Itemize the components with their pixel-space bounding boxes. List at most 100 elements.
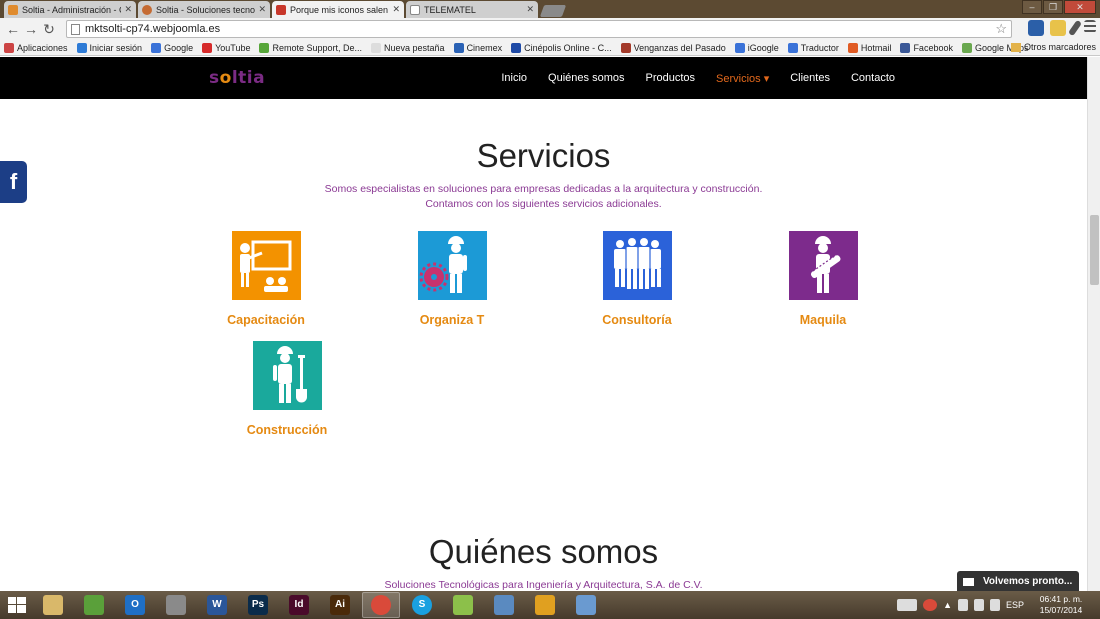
taskbar-media[interactable] xyxy=(526,592,564,618)
antivirus-icon[interactable] xyxy=(923,599,938,611)
menu-quienes-somos[interactable]: Quiénes somos xyxy=(548,72,624,84)
taskbar-misc[interactable] xyxy=(567,592,605,618)
bookmark-favicon-icon xyxy=(620,42,631,53)
forward-icon[interactable]: → xyxy=(22,20,40,38)
pen-icon[interactable] xyxy=(1067,19,1083,37)
bookmark-item[interactable]: Traductor xyxy=(787,42,839,53)
maximize-icon[interactable]: ❐ xyxy=(1043,0,1063,14)
menu-contacto[interactable]: Contacto xyxy=(851,72,895,84)
bookmark-item[interactable]: Cinépolis Online - C... xyxy=(511,42,612,53)
bookmark-label: YouTube xyxy=(215,42,251,53)
bookmark-favicon-icon xyxy=(202,42,213,53)
new-tab-button[interactable] xyxy=(539,5,567,17)
site-header: soltia Inicio Quiénes somos Productos Se… xyxy=(0,57,1087,99)
bookmark-item[interactable]: Remote Support, De... xyxy=(259,42,362,53)
bookmark-label: Hotmail xyxy=(860,42,892,53)
bookmark-favicon-icon xyxy=(4,42,14,53)
scrollbar-thumb[interactable] xyxy=(1090,215,1099,285)
taskbar-chrome[interactable] xyxy=(362,592,400,618)
menu-clientes[interactable]: Clientes xyxy=(790,72,830,84)
gear-worker-icon xyxy=(417,231,487,300)
bookmark-label: iGoogle xyxy=(747,42,779,53)
display-icon[interactable] xyxy=(989,599,1000,611)
extension-note-icon[interactable] xyxy=(1050,20,1066,36)
taskbar-metro[interactable] xyxy=(75,592,113,618)
clock[interactable]: 06:41 p. m. 15/07/2014 xyxy=(1032,594,1090,616)
address-bar[interactable]: mktsolti-cp74.webjoomla.es ☆ xyxy=(66,20,1012,38)
bookmark-item[interactable]: Cinemex xyxy=(453,42,502,53)
close-icon[interactable]: ✕ xyxy=(124,4,132,15)
logo-o: o xyxy=(219,68,232,88)
show-hidden-icon[interactable]: ▲ xyxy=(943,600,952,610)
menu-inicio[interactable]: Inicio xyxy=(501,72,527,84)
bookmark-favicon-icon xyxy=(259,42,270,53)
bookmark-item[interactable]: Aplicaciones xyxy=(4,42,68,53)
browser-tab[interactable]: TELEMATEL ✕ xyxy=(406,1,538,18)
taskbar-word[interactable]: W xyxy=(198,592,236,618)
star-icon[interactable]: ☆ xyxy=(995,21,1007,37)
taskbar-indesign[interactable]: Id xyxy=(280,592,318,618)
service-capacitacion[interactable]: Capacitación xyxy=(206,231,326,327)
folder-icon xyxy=(1010,42,1021,52)
section-title-quienes-somos: Quiénes somos xyxy=(428,533,659,570)
bookmarks-bar: Aplicaciones Iniciar sesión Google YouTube R… xyxy=(0,40,1100,56)
bookmark-label: Venganzas del Pasado xyxy=(633,42,726,53)
section-title-servicios: Servicios xyxy=(476,137,611,174)
main-menu: Inicio Quiénes somos Productos Servicios… xyxy=(501,57,1087,99)
bookmark-favicon-icon xyxy=(787,42,798,53)
tab-title: Soltia - Administración - C xyxy=(22,4,122,15)
bookmark-item[interactable]: Facebook xyxy=(900,42,953,53)
bookmark-item[interactable]: Iniciar sesión xyxy=(76,42,142,53)
language-indicator[interactable]: ESP xyxy=(1006,600,1024,610)
bookmark-favicon-icon xyxy=(511,42,522,53)
extension-gear-icon[interactable] xyxy=(1028,20,1044,36)
menu-servicios[interactable]: Servicios ▾ xyxy=(716,72,769,85)
service-consultoria[interactable]: Consultoría xyxy=(577,231,697,327)
bookmark-item[interactable]: Nueva pestaña xyxy=(371,42,445,53)
bookmark-item[interactable]: Hotmail xyxy=(847,42,892,53)
presentation-icon xyxy=(231,231,301,300)
close-icon[interactable]: ✕ xyxy=(526,4,534,15)
bookmark-item[interactable]: Google xyxy=(151,42,193,53)
close-icon[interactable]: ✕ xyxy=(258,4,266,15)
page-icon xyxy=(71,23,80,35)
keyboard-icon[interactable] xyxy=(897,599,918,611)
misc-icon xyxy=(576,595,596,615)
chat-notification[interactable]: Volvemos pronto... xyxy=(957,571,1079,592)
taskbar-outlook[interactable]: O xyxy=(116,592,154,618)
taskbar-explorer[interactable] xyxy=(34,592,72,618)
taskbar-photos[interactable] xyxy=(485,592,523,618)
logo-text: ltia xyxy=(231,68,266,88)
bookmark-item[interactable]: YouTube xyxy=(202,42,251,53)
close-icon[interactable]: ✕ xyxy=(392,4,400,15)
reload-icon[interactable]: ↻ xyxy=(40,20,58,38)
soltia-logo[interactable]: soltia xyxy=(209,68,265,88)
taskbar-notes[interactable] xyxy=(444,592,482,618)
close-window-icon[interactable]: ✕ xyxy=(1064,0,1096,14)
window-controls: – ❐ ✕ xyxy=(1021,0,1096,14)
service-label: Maquila xyxy=(799,313,847,327)
minimize-icon[interactable]: – xyxy=(1022,0,1042,14)
service-organiza-t[interactable]: Organiza T xyxy=(392,231,512,327)
menu-icon[interactable] xyxy=(1084,20,1096,33)
menu-productos[interactable]: Productos xyxy=(645,72,695,84)
bookmark-item[interactable]: iGoogle xyxy=(734,42,779,53)
taskbar-tool[interactable] xyxy=(157,592,195,618)
logo-text: s xyxy=(209,68,220,88)
page-scrollbar[interactable] xyxy=(1087,57,1100,591)
browser-tab[interactable]: Soltia - Administración - C ✕ xyxy=(4,1,136,18)
network-icon[interactable] xyxy=(957,599,968,611)
windows-start-icon[interactable] xyxy=(0,591,34,619)
service-construccion[interactable]: Construcción xyxy=(227,341,347,437)
joomla-icon xyxy=(8,4,18,15)
taskbar-illustrator[interactable]: Ai xyxy=(321,592,359,618)
bookmark-item[interactable]: Venganzas del Pasado xyxy=(620,42,726,53)
volume-icon[interactable] xyxy=(973,599,984,611)
service-maquila[interactable]: Maquila xyxy=(763,231,883,327)
back-icon[interactable]: ← xyxy=(4,20,22,38)
taskbar-skype[interactable]: S xyxy=(403,592,441,618)
other-bookmarks[interactable]: Otros marcadores xyxy=(1010,42,1096,52)
browser-tab[interactable]: Soltia - Soluciones tecnol ✕ xyxy=(138,1,270,18)
browser-tab-active[interactable]: Porque mis iconos salen a ✕ xyxy=(272,1,404,18)
taskbar-photoshop[interactable]: Ps xyxy=(239,592,277,618)
